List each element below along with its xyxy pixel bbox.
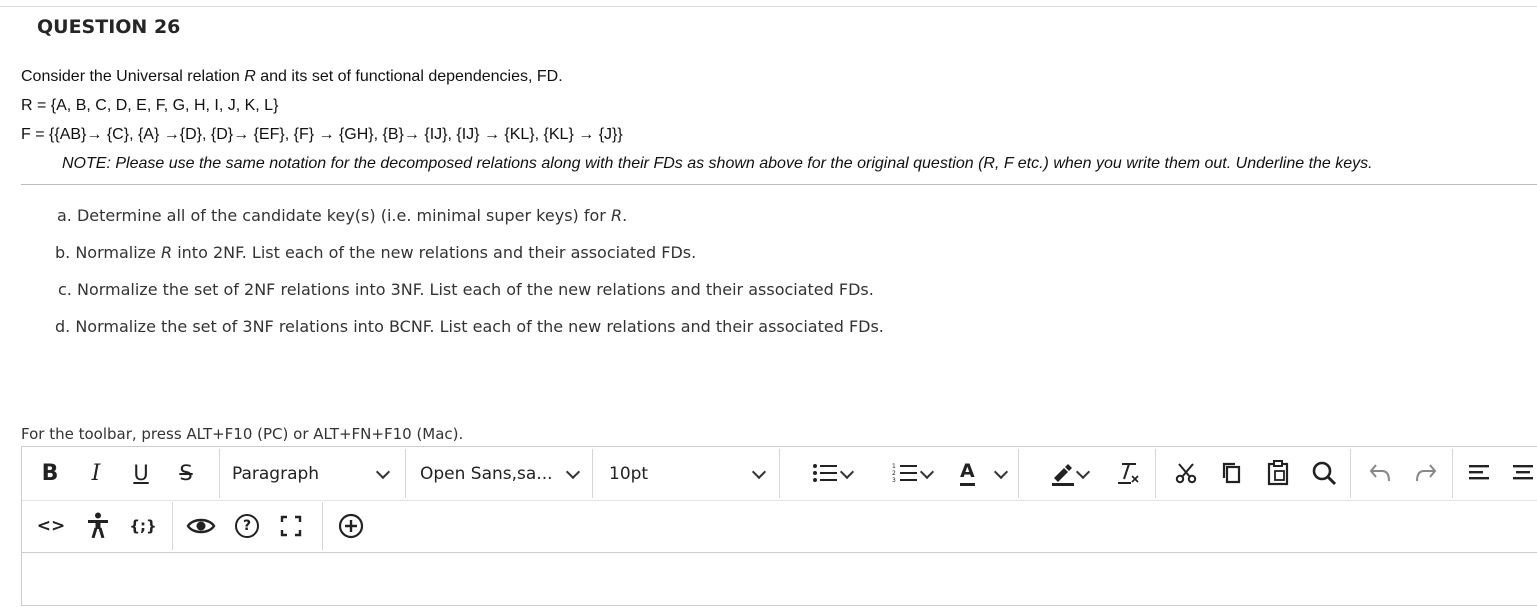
toolbar-separator <box>405 449 406 498</box>
help-icon: ? <box>235 514 259 538</box>
format-select-value: Paragraph <box>232 463 320 484</box>
find-replace-button[interactable] <box>1309 459 1339 487</box>
part-a-text: a. Determine all of the candidate key(s)… <box>57 206 611 225</box>
redo-button[interactable] <box>1412 459 1440 487</box>
part-d: d. Normalize the set of 3NF relations in… <box>55 317 884 336</box>
font-family-select-value: Open Sans,sa... <box>420 463 553 484</box>
toolbar-separator <box>1452 449 1453 498</box>
fullscreen-icon <box>280 515 302 537</box>
strikethrough-button[interactable]: S <box>173 459 199 487</box>
chevron-down-icon <box>565 464 581 480</box>
eye-icon <box>186 518 216 534</box>
toolbar-row-secondary: <> {;} ? <box>22 500 1537 553</box>
font-color-icon: A <box>960 459 975 486</box>
font-size-select-value: 10pt <box>609 463 649 484</box>
part-a-suffix: . <box>622 206 628 225</box>
fullscreen-button[interactable] <box>277 512 305 540</box>
align-left-icon <box>1469 465 1489 480</box>
undo-button[interactable] <box>1366 459 1394 487</box>
copy-button[interactable] <box>1218 459 1246 487</box>
font-size-select[interactable]: 10pt <box>597 447 777 500</box>
svg-text:1: 1 <box>892 463 896 470</box>
svg-text:3: 3 <box>892 477 896 484</box>
cut-button[interactable] <box>1172 459 1200 487</box>
rich-text-editor[interactable]: B I U S Paragraph Open Sans,sa... 10pt 1… <box>21 446 1537 606</box>
part-a-symbol: R <box>610 206 623 225</box>
chevron-down-icon <box>993 464 1009 480</box>
chevron-down-icon <box>751 464 767 480</box>
redo-icon <box>1416 464 1437 482</box>
clipboard-icon <box>1267 460 1289 486</box>
font-color-button[interactable]: A <box>954 459 1016 487</box>
question-title: QUESTION 26 <box>37 16 181 38</box>
chevron-down-icon <box>839 464 855 480</box>
source-code-button[interactable]: <> <box>36 512 66 540</box>
toolbar-separator <box>592 449 593 498</box>
bold-button[interactable]: B <box>36 459 64 487</box>
toolbar-separator <box>172 502 173 550</box>
bullet-list-icon <box>813 464 837 482</box>
part-a: a. Determine all of the candidate key(s)… <box>57 206 627 225</box>
chevron-down-icon <box>919 464 935 480</box>
functional-dependencies: F = {{AB}→ {C}, {A} →{D}, {D}→ {EF}, {F}… <box>21 126 623 143</box>
insert-content-button[interactable] <box>336 512 366 540</box>
font-family-select[interactable]: Open Sans,sa... <box>408 447 592 500</box>
relation-definition: R = {A, B, C, D, E, F, G, H, I, J, K, L} <box>21 97 279 114</box>
numbered-list-icon: 1 2 3 <box>892 463 917 484</box>
accessibility-icon <box>88 512 108 538</box>
toolbar-separator <box>1018 449 1019 498</box>
plus-circle-icon <box>338 513 364 539</box>
undo-icon <box>1369 464 1390 482</box>
notation-note: NOTE: Please use the same notation for t… <box>62 155 1373 172</box>
part-b: b. Normalize R into 2NF. List each of th… <box>55 243 696 262</box>
copy-icon <box>1222 462 1241 484</box>
scissors-icon <box>1175 463 1197 484</box>
align-left-button[interactable] <box>1466 459 1494 487</box>
paste-button[interactable] <box>1264 459 1292 487</box>
toolbar-separator <box>1155 449 1156 498</box>
part-c: c. Normalize the set of 2NF relations in… <box>58 280 874 299</box>
part-b-suffix: into 2NF. List each of the new relations… <box>172 243 697 262</box>
align-center-button[interactable] <box>1510 459 1537 487</box>
part-d-text: d. Normalize the set of 3NF relations in… <box>55 317 884 336</box>
underline-button[interactable]: U <box>129 459 153 487</box>
intro-relation-symbol: R <box>244 68 256 85</box>
content-divider <box>21 184 1537 185</box>
part-c-text: c. Normalize the set of 2NF relations in… <box>58 280 874 299</box>
toolbar-separator <box>322 502 323 550</box>
chevron-down-icon <box>375 464 391 480</box>
toolbar-separator <box>1350 449 1351 498</box>
accessibility-button[interactable] <box>84 510 112 540</box>
italic-button[interactable]: I <box>84 459 108 487</box>
part-b-text: b. Normalize <box>55 243 161 262</box>
editor-content-area[interactable] <box>22 553 1537 607</box>
align-center-icon <box>1513 465 1533 480</box>
toolbar-separator <box>779 449 780 498</box>
question-intro: Consider the Universal relation R and it… <box>21 68 563 86</box>
clear-formatting-icon <box>1118 463 1139 484</box>
highlight-color-button[interactable] <box>1032 459 1094 487</box>
chevron-down-icon <box>1075 464 1091 480</box>
clear-formatting-button[interactable] <box>1112 459 1144 487</box>
part-b-symbol: R <box>161 243 173 262</box>
intro-text-after: and its set of functional dependencies, … <box>255 68 563 85</box>
search-icon <box>1312 461 1337 486</box>
highlighter-icon <box>1052 464 1074 486</box>
top-divider <box>0 6 1537 7</box>
intro-text-before: Consider the Universal relation <box>21 68 245 85</box>
preview-button[interactable] <box>185 512 217 540</box>
format-select[interactable]: Paragraph <box>220 447 404 500</box>
toolbar-hint: For the toolbar, press ALT+F10 (PC) or A… <box>21 425 464 443</box>
embed-code-button[interactable]: {;} <box>128 512 158 540</box>
help-button[interactable]: ? <box>233 512 261 540</box>
toolbar-row-primary: B I U S Paragraph Open Sans,sa... 10pt 1… <box>22 447 1537 501</box>
svg-text:2: 2 <box>892 470 896 477</box>
bullet-list-button[interactable] <box>794 459 856 487</box>
numbered-list-button[interactable]: 1 2 3 <box>874 459 936 487</box>
